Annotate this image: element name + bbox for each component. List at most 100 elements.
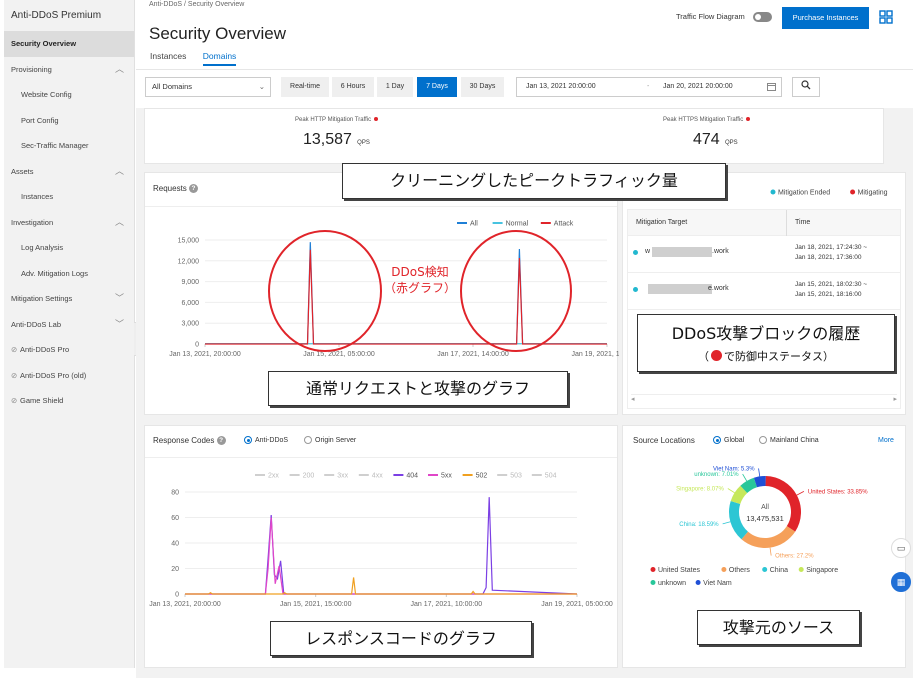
- legend-label[interactable]: 503: [510, 473, 522, 480]
- apps-icon[interactable]: ▦: [891, 572, 911, 592]
- legend-label[interactable]: Viet Nam: [703, 580, 732, 587]
- sidebar-item-label: Assets: [11, 166, 34, 176]
- ddos-detection-label-line1: DDoS検知: [391, 265, 449, 279]
- domain-select-value: All Domains: [152, 82, 193, 91]
- traffic-flow-toggle[interactable]: [753, 12, 772, 22]
- radio-anti-ddos[interactable]: Anti-DDoS: [244, 436, 288, 444]
- peak-http-unit: QPS: [357, 140, 370, 146]
- radio-origin-server-label: Origin Server: [315, 436, 357, 444]
- col-mitigation-target: Mitigation Target: [636, 219, 688, 226]
- sidebar-item-instances[interactable]: Instances: [4, 184, 134, 210]
- table-row[interactable]: e.work Jan 15, 2021, 18:02:30 ~ Jan 15, …: [628, 274, 900, 310]
- tab-instances[interactable]: Instances: [150, 51, 186, 64]
- sidebar-item-label: Log Analysis: [21, 243, 64, 252]
- sidebar-item-assets[interactable]: Assets ︿: [4, 159, 134, 185]
- pie-slice-china[interactable]: [729, 500, 748, 540]
- pie-slice-united-states[interactable]: [765, 476, 801, 532]
- sidebar-item-anti-ddos-lab[interactable]: Anti-DDoS Lab ﹀: [4, 312, 134, 338]
- legend-label[interactable]: Others: [729, 567, 751, 574]
- scroll-right-icon[interactable]: ▸: [893, 395, 897, 403]
- status-dot: [633, 287, 638, 292]
- date-range-picker[interactable]: Jan 13, 2021 20:00:00 - Jan 20, 2021 20:…: [516, 77, 782, 97]
- chevron-down-icon: ﹀: [114, 318, 124, 329]
- sidebar-item-label: Investigation: [11, 217, 54, 227]
- time-end: Jan 18, 2021, 17:36:00: [795, 254, 862, 261]
- legend-label[interactable]: China: [770, 567, 788, 574]
- sidebar-item-adv-mitigation-logs[interactable]: Adv. Mitigation Logs: [4, 261, 134, 287]
- table-row[interactable]: w .work Jan 18, 2021, 17:24:30 ~ Jan 18,…: [628, 237, 900, 273]
- time-realtime-button[interactable]: Real-time: [281, 77, 329, 97]
- redacted-block: [648, 284, 712, 294]
- legend-label[interactable]: 4xx: [372, 473, 383, 480]
- tab-domains[interactable]: Domains: [202, 51, 237, 66]
- filter-bar: All Domains ⌄ Real-time 6 Hours 1 Day 7 …: [136, 70, 913, 108]
- response-codes-callout: レスポンスコードのグラフ: [270, 621, 532, 656]
- y-tick-label: 40: [171, 541, 179, 548]
- time-end: Jan 15, 2021, 18:16:00: [795, 291, 862, 298]
- col-time: Time: [795, 219, 811, 226]
- legend-label[interactable]: 2xx: [268, 473, 279, 480]
- pie-leader-line: [769, 547, 772, 556]
- sidebar-item-sec-traffic-manager[interactable]: Sec-Traffic Manager: [4, 133, 134, 159]
- y-tick-label: 0: [175, 592, 179, 599]
- series-line-404: [185, 497, 578, 595]
- response-codes-chart: 80 60 40 20 0 Jan 13, 2021, 20:00:00 Jan 15, 2…: [149, 490, 613, 609]
- sidebar-item-investigation[interactable]: Investigation ︿: [4, 210, 134, 236]
- legend-dot: [850, 189, 856, 195]
- legend-dot: [695, 580, 701, 585]
- legend-label[interactable]: 3xx: [337, 473, 348, 480]
- time-30days-button[interactable]: 30 Days: [461, 77, 504, 97]
- x-tick-label: Jan 19, 2021, 05:00:00: [541, 601, 613, 608]
- purchase-instances-button[interactable]: Purchase Instances: [782, 7, 869, 29]
- sidebar-item-provisioning[interactable]: Provisioning ︿: [4, 57, 134, 83]
- status-dot: [746, 117, 751, 122]
- y-tick-label: 20: [171, 566, 179, 573]
- time-1day-button[interactable]: 1 Day: [377, 77, 413, 97]
- sidebar-item-anti-ddos-pro[interactable]: ⊘ Anti-DDoS Pro: [4, 337, 134, 363]
- time-7days-button[interactable]: 7 Days: [417, 77, 457, 97]
- pie-slice-label: unknown: 7.01%: [694, 472, 739, 478]
- radio-mainland-china[interactable]: Mainland China: [759, 436, 819, 444]
- scroll-left-icon[interactable]: ◂: [631, 395, 635, 403]
- legend-label[interactable]: All: [470, 221, 478, 228]
- pie-leader-line: [796, 491, 805, 496]
- sidebar: Anti-DDoS Premium Security Overview Provi…: [4, 0, 135, 668]
- more-link[interactable]: More: [878, 437, 894, 444]
- legend-label[interactable]: 200: [303, 473, 315, 480]
- legend-label[interactable]: 404: [406, 473, 418, 480]
- legend-label[interactable]: United States: [658, 567, 701, 574]
- sidebar-item-label: Game Shield: [20, 396, 64, 405]
- pie-slice-others[interactable]: [741, 526, 796, 548]
- legend-label[interactable]: Normal: [506, 221, 529, 228]
- sidebar-item-game-shield[interactable]: ⊘ Game Shield: [4, 388, 134, 414]
- legend-label[interactable]: 504: [545, 473, 557, 480]
- radio-global[interactable]: Global: [713, 436, 744, 444]
- link-icon: ⊘: [11, 370, 18, 380]
- legend-label[interactable]: 5xx: [441, 473, 452, 480]
- chat-icon[interactable]: ▭: [891, 538, 911, 558]
- horizontal-scrollbar[interactable]: ◂ ▸: [631, 394, 897, 403]
- help-icon[interactable]: ?: [216, 436, 226, 446]
- domain-select[interactable]: All Domains ⌄: [145, 77, 271, 97]
- legend-label[interactable]: unknown: [658, 580, 686, 587]
- search-button[interactable]: [792, 77, 820, 97]
- sidebar-item-log-analysis[interactable]: Log Analysis: [4, 235, 134, 261]
- grid-menu-icon[interactable]: [879, 10, 893, 24]
- sidebar-item-anti-ddos-pro-old-[interactable]: ⊘ Anti-DDoS Pro (old): [4, 363, 134, 389]
- legend-dot: [762, 567, 768, 572]
- sidebar-item-security-overview[interactable]: Security Overview: [4, 31, 134, 57]
- y-tick-label: 0: [195, 342, 199, 349]
- sidebar-item-website-config[interactable]: Website Config: [4, 82, 134, 108]
- radio-global-label: Global: [724, 436, 745, 444]
- sidebar-item-mitigation-settings[interactable]: Mitigation Settings ﹀: [4, 286, 134, 312]
- pie-slice-label: Others: 27.2%: [775, 554, 814, 560]
- radio-origin-server[interactable]: Origin Server: [304, 436, 356, 444]
- radio-icon: [304, 436, 312, 444]
- legend-label[interactable]: Attack: [554, 221, 574, 228]
- sidebar-item-port-config[interactable]: Port Config: [4, 108, 134, 134]
- time-6hours-button[interactable]: 6 Hours: [332, 77, 374, 97]
- legend-label[interactable]: 502: [476, 473, 488, 480]
- chevron-up-icon: ︿: [114, 63, 124, 74]
- help-icon[interactable]: ?: [189, 184, 199, 194]
- legend-label[interactable]: Singapore: [806, 567, 838, 574]
